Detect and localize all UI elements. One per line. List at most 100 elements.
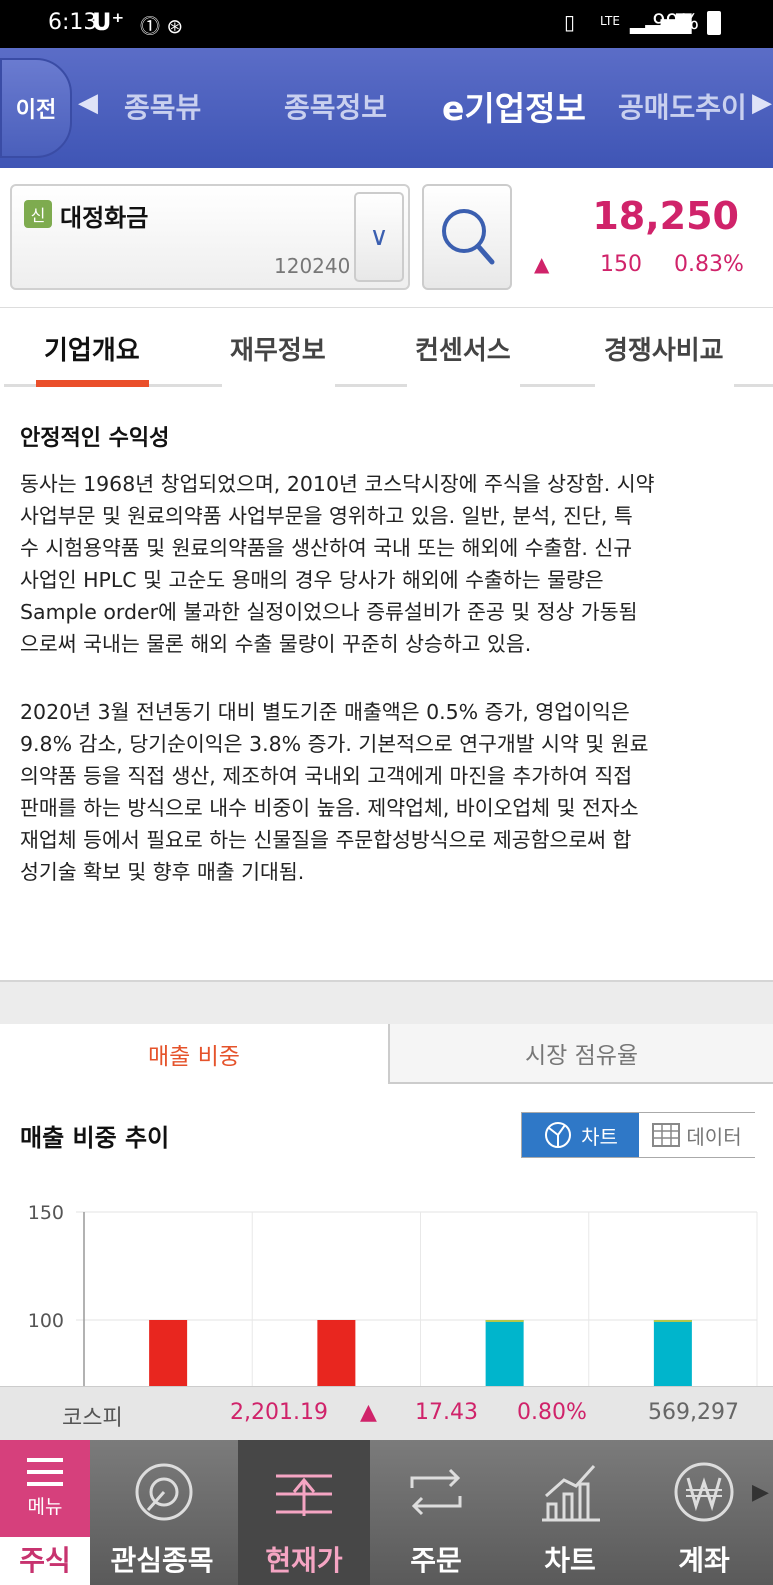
nav-menu-stocks[interactable]: 메뉴 주식: [0, 1440, 90, 1585]
y-tick-label: 150: [28, 1202, 64, 1224]
stock-header: 신 대정화금 120240 ∨ 18,250 ▲ 150 0.83%: [0, 168, 773, 308]
index-change-percent: 0.80%: [517, 1400, 587, 1425]
index-volume: 569,297: [648, 1400, 739, 1425]
sales-subtabs: 매출 비중 시장 점유율: [0, 1024, 773, 1084]
view-toggle: 차트 데이터: [521, 1112, 755, 1158]
overview-line: 9.8% 감소, 당기순이익은 3.8% 증가. 기본적으로 연구개발 시약 및…: [20, 732, 649, 756]
nav-watchlist[interactable]: 관심종목: [96, 1440, 228, 1585]
stock-code: 120240: [274, 254, 351, 278]
tab-sales-ratio[interactable]: 매출 비중: [0, 1024, 388, 1084]
index-value: 2,201.19: [230, 1400, 328, 1425]
y-tick-label: 100: [28, 1310, 64, 1332]
nav-chart-label: 차트: [544, 1544, 596, 1577]
won-icon: [674, 1462, 734, 1522]
bar-cap: [653, 1320, 692, 1322]
overview-paragraph-1: 동사는 1968년 창업되었으며, 2010년 코스닥시장에 주식을 상장함. …: [20, 468, 760, 660]
nav-current-price[interactable]: 현재가: [238, 1440, 370, 1585]
info-tabs: 기업개요 재무정보 컨센서스 경쟁사비교: [0, 308, 773, 390]
vibrate-icon: ▯: [564, 10, 576, 34]
chart-view-button[interactable]: 차트: [522, 1113, 639, 1157]
pie-chart-icon: [545, 1122, 572, 1148]
nav-stocks-label: 주식: [0, 1537, 90, 1585]
battery-icon: [707, 11, 721, 35]
watchlist-icon: [135, 1463, 193, 1521]
bar: [149, 1320, 188, 1386]
sales-ratio-chart: 150 100: [0, 1200, 773, 1386]
hamburger-menu-icon: [27, 1458, 63, 1486]
nav-order-label: 주문: [410, 1544, 462, 1577]
index-change: 17.43: [415, 1400, 478, 1425]
overview-line: 판매를 하는 방식으로 내수 비중이 높음. 제약업체, 바이오업체 및 전자소: [20, 796, 639, 820]
chart-icon: [542, 1464, 600, 1522]
tab-competitors[interactable]: 경쟁사비교: [604, 330, 724, 367]
lte-icon: LTE: [600, 14, 620, 28]
section-divider: [0, 980, 773, 1024]
top-nav: 이전 ◀ 종목뷰 종목정보 e기업정보 공매도추이 ▶: [0, 48, 773, 168]
data-view-label: 데이터: [686, 1124, 742, 1149]
tab-company-info[interactable]: e기업정보: [442, 82, 586, 130]
overview-line: 사업부문 및 원료의약품 사업부문을 영위하고 있음. 일반, 분석, 진단, …: [20, 504, 633, 528]
bar-cap: [485, 1320, 524, 1322]
order-icon: [410, 1468, 462, 1516]
up-triangle-icon: ▲: [360, 1400, 377, 1425]
back-button[interactable]: 이전: [0, 58, 72, 158]
overview-line: 수 시험용약품 및 원료의약품을 생산하여 국내 또는 해외에 수출함. 신규: [20, 536, 633, 560]
overview-title: 안정적인 수익성: [20, 426, 170, 451]
company-overview: 안정적인 수익성 동사는 1968년 창업되었으며, 2010년 코스닥시장에 …: [0, 390, 773, 980]
overview-paragraph-2: 2020년 3월 전년동기 대비 별도기준 매출액은 0.5% 증가, 영업이익…: [20, 696, 760, 888]
chart-view-label: 차트: [581, 1124, 618, 1149]
tab-underline-track: [520, 384, 595, 387]
tab-market-share[interactable]: 시장 점유율: [388, 1024, 773, 1084]
active-tab-indicator: [36, 380, 149, 387]
nav-account-label: 계좌: [678, 1544, 730, 1577]
overview-line: 2020년 3월 전년동기 대비 별도기준 매출액은 0.5% 증가, 영업이익…: [20, 700, 630, 724]
tab-short-selling[interactable]: 공매도추이: [618, 86, 747, 126]
up-triangle-icon: ▲: [534, 252, 550, 276]
nav-chart[interactable]: 차트: [504, 1440, 636, 1585]
status-time: 6:13: [48, 10, 98, 35]
overview-line: Sample order에 불과한 실정이었으나 증류설비가 준공 및 정상 가…: [20, 600, 638, 624]
current-price-icon: [276, 1474, 332, 1516]
data-view-button[interactable]: 데이터: [639, 1113, 755, 1157]
tab-stock-view[interactable]: 종목뷰: [124, 86, 201, 126]
index-ticker[interactable]: 코스피 2,201.19 ▲ 17.43 0.80% 569,297: [0, 1386, 773, 1440]
overview-line: 의약품 등을 직접 생산, 제조하여 국내외 고객에게 마진을 추가하여 직접: [20, 764, 633, 788]
nav-account[interactable]: 계좌: [638, 1440, 770, 1585]
stock-name: 대정화금: [60, 204, 149, 232]
market-badge: 신: [24, 200, 52, 228]
stock-price: 18,250: [592, 194, 739, 238]
tab-financial[interactable]: 재무정보: [230, 330, 326, 367]
search-button[interactable]: [422, 184, 512, 290]
tab-overview[interactable]: 기업개요: [44, 330, 140, 367]
nav-watchlist-label: 관심종목: [110, 1544, 214, 1577]
status-bar: 6:13 U⁺ ⓵ ⊛ ▯ LTE ▂▃▅▇ 99%: [0, 0, 773, 48]
overview-line: 으로써 국내는 물론 해외 수출 물량이 꾸준히 상승하고 있음.: [20, 632, 532, 656]
chevron-down-icon[interactable]: ∨: [354, 192, 404, 282]
chevron-left-icon[interactable]: ◀: [78, 88, 98, 118]
price-change: 150: [600, 252, 642, 277]
price-change-percent: 0.83%: [674, 252, 744, 277]
index-name: 코스피: [62, 1406, 123, 1431]
tab-underline-track: [335, 384, 407, 387]
bar: [653, 1320, 692, 1386]
menu-label: 메뉴: [27, 1496, 63, 1518]
bar: [317, 1320, 356, 1386]
chevron-right-icon[interactable]: ▶: [752, 1480, 769, 1505]
chevron-right-icon[interactable]: ▶: [752, 88, 772, 118]
search-icon: [442, 209, 495, 265]
bar: [485, 1320, 524, 1386]
tab-underline-track: [734, 384, 773, 387]
overview-line: 재업체 등에서 필요로 하는 신물질을 주문합성방식으로 제공함으로써 합: [20, 828, 632, 852]
battery-percent: 99%: [652, 10, 699, 34]
tab-consensus[interactable]: 컨센서스: [415, 330, 511, 367]
table-icon: [652, 1123, 681, 1147]
nav-order[interactable]: 주문: [370, 1440, 502, 1585]
stock-selector[interactable]: 신 대정화금 120240 ∨: [10, 184, 410, 290]
tab-stock-info[interactable]: 종목정보: [284, 86, 387, 126]
carrier-label: U⁺: [92, 8, 125, 36]
notification-icon: ⓵ ⊛: [140, 14, 184, 38]
overview-line: 성기술 확보 및 향후 매출 기대됨.: [20, 860, 305, 884]
bottom-nav: 메뉴 주식 관심종목 현재가 주문 차트 계좌 ▶: [0, 1440, 773, 1585]
nav-current-price-label: 현재가: [265, 1544, 343, 1577]
chart-svg: 150 100: [28, 1202, 758, 1386]
